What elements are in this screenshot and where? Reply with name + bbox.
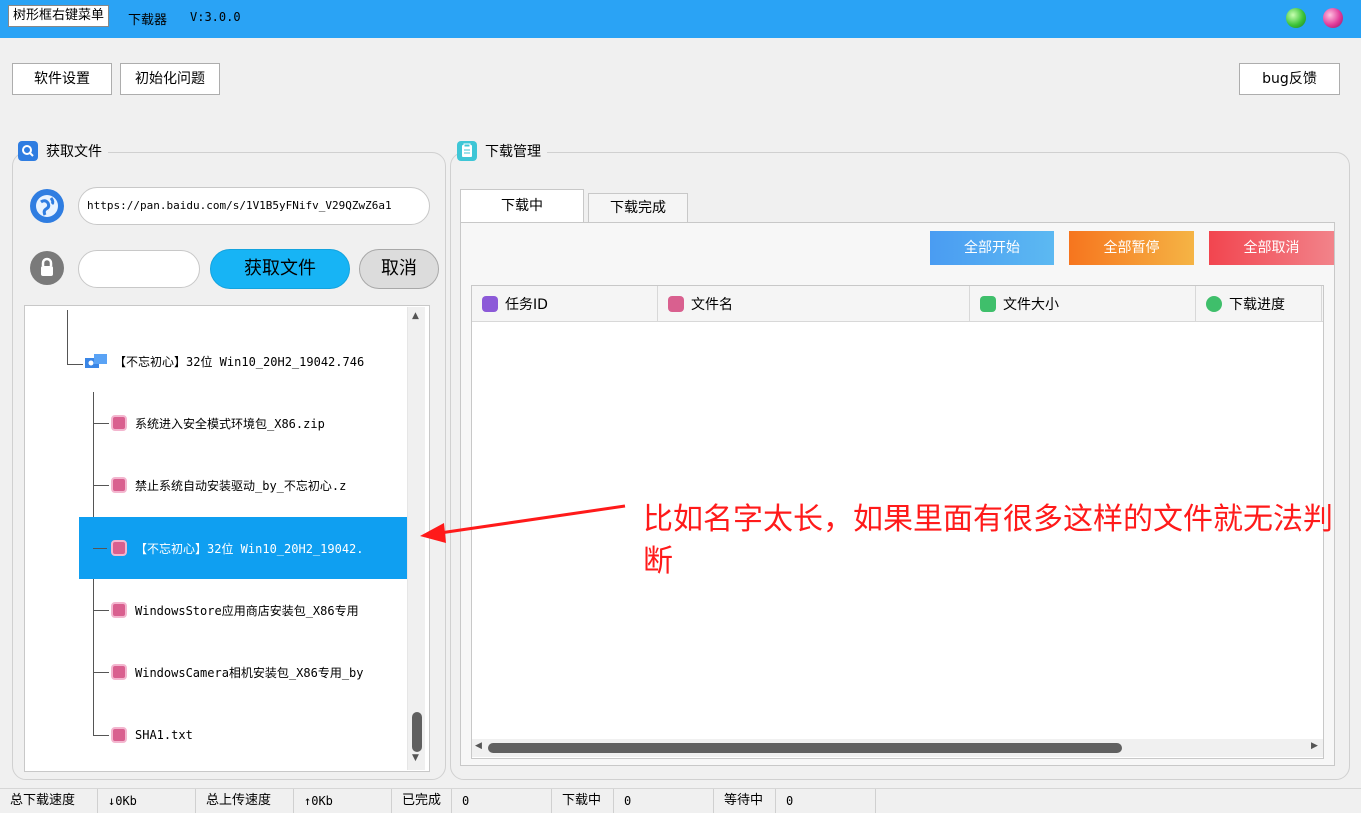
file-icon: [668, 296, 684, 312]
down-speed-label: 总下载速度: [0, 789, 98, 813]
column-file-name[interactable]: 文件名: [658, 286, 970, 322]
downloading-value: 0: [614, 789, 714, 813]
tree-node-label: 禁止系统自动安装驱动_by_不忘初心.z: [135, 478, 347, 493]
tree-node[interactable]: SHA1.txt: [111, 704, 193, 766]
done-label: 已完成: [392, 789, 452, 813]
up-speed-label: 总上传速度: [196, 789, 294, 813]
scroll-right-icon[interactable]: ▶: [1311, 741, 1318, 751]
scroll-left-icon[interactable]: ◀: [475, 741, 482, 751]
column-file-size[interactable]: 文件大小: [970, 286, 1196, 322]
folder-icon: [85, 353, 107, 369]
file-icon: [111, 602, 127, 618]
waiting-label: 等待中: [714, 789, 776, 813]
file-icon: [111, 477, 127, 493]
file-icon: [111, 415, 127, 431]
download-group-header: 下载管理: [457, 140, 547, 162]
table-horizontal-scrollbar[interactable]: ◀ ▶: [472, 739, 1323, 757]
tree-node-selected[interactable]: 【不忘初心】32位 Win10_20H2_19042.: [79, 517, 409, 579]
check-icon: [1206, 296, 1222, 312]
title-bar: 下载器 V:3.0.0: [0, 0, 1361, 38]
tree-node-label: 系统进入安全模式环境包_X86.zip: [135, 416, 325, 431]
down-speed-value: ↓0Kb: [98, 789, 196, 813]
download-group-title: 下载管理: [485, 144, 541, 160]
column-label: 下载进度: [1229, 297, 1285, 313]
tree-node[interactable]: WindowsStore应用商店安装包_X86专用: [111, 579, 359, 641]
tree-node[interactable]: 系统进入安全模式环境包_X86.zip: [111, 392, 325, 454]
size-icon: [980, 296, 996, 312]
scrollbar-thumb[interactable]: [412, 712, 422, 752]
lock-icon: [30, 251, 64, 285]
settings-button[interactable]: 软件设置: [12, 63, 112, 95]
file-icon: [111, 727, 127, 743]
column-label: 文件大小: [1003, 297, 1059, 313]
cancel-button[interactable]: 取消: [359, 249, 439, 289]
annotation-text: 比如名字太长，如果里面有很多这样的文件就无法判断: [643, 502, 1333, 579]
minimize-button[interactable]: [1286, 8, 1306, 28]
column-task-id[interactable]: 任务ID: [472, 286, 658, 322]
scrollbar-thumb[interactable]: [488, 743, 1122, 753]
tree-root-label: 【不忘初心】32位 Win10_20H2_19042.746: [114, 354, 365, 369]
clipboard-icon: [457, 141, 477, 161]
column-label: 任务ID: [505, 297, 548, 313]
cancel-all-button[interactable]: 全部取消: [1209, 231, 1334, 265]
file-icon: [111, 664, 127, 680]
edit-icon: [482, 296, 498, 312]
table-header: 任务ID 文件名 文件大小 下载进度: [472, 286, 1323, 322]
file-tree[interactable]: 【不忘初心】32位 Win10_20H2_19042.746 系统进入安全模式环…: [24, 305, 430, 772]
init-button[interactable]: 初始化问题: [120, 63, 220, 95]
window-title: 下载器: [128, 13, 168, 28]
tree-node[interactable]: WindowsCamera相机安装包_X86专用_by: [111, 641, 364, 703]
search-icon: [18, 141, 38, 161]
tree-vertical-scrollbar[interactable]: ▲ ▼: [407, 307, 425, 770]
tab-downloading[interactable]: 下载中: [460, 189, 584, 222]
status-bar: 总下载速度 ↓0Kb 总上传速度 ↑0Kb 已完成 0 下载中 0 等待中 0: [0, 788, 1361, 813]
done-value: 0: [452, 789, 552, 813]
tab-completed[interactable]: 下载完成: [588, 193, 688, 222]
version-label: V:3.0.0: [190, 10, 241, 24]
file-icon: [111, 540, 127, 556]
tree-node-label: WindowsStore应用商店安装包_X86专用: [135, 603, 359, 618]
share-url-input[interactable]: https://pan.baidu.com/s/1V1B5yFNifv_V29Q…: [78, 187, 430, 225]
fetch-group-header: 获取文件: [18, 140, 108, 162]
globe-icon: [30, 189, 64, 223]
column-progress[interactable]: 下载进度: [1196, 286, 1322, 322]
column-label: 文件名: [691, 297, 733, 313]
tree-root-node[interactable]: 【不忘初心】32位 Win10_20H2_19042.746: [85, 330, 364, 392]
close-button[interactable]: [1323, 8, 1343, 28]
extract-code-input[interactable]: [78, 250, 200, 288]
tree-node[interactable]: 禁止系统自动安装驱动_by_不忘初心.z: [111, 454, 346, 516]
tree-node-label: WindowsCamera相机安装包_X86专用_by: [135, 665, 364, 680]
tree-node-label: 【不忘初心】32位 Win10_20H2_19042.: [135, 541, 364, 556]
scroll-up-icon[interactable]: ▲: [412, 311, 419, 321]
pause-all-button[interactable]: 全部暂停: [1069, 231, 1194, 265]
downloading-label: 下载中: [552, 789, 614, 813]
up-speed-value: ↑0Kb: [294, 789, 392, 813]
waiting-value: 0: [776, 789, 876, 813]
tooltip: 树形框右键菜单: [8, 5, 110, 27]
scroll-down-icon[interactable]: ▼: [412, 753, 419, 763]
fetch-files-button[interactable]: 获取文件: [210, 249, 350, 289]
fetch-group-title: 获取文件: [46, 144, 102, 160]
start-all-button[interactable]: 全部开始: [930, 231, 1054, 265]
tree-node-label: SHA1.txt: [135, 728, 193, 742]
bug-feedback-button[interactable]: bug反馈: [1239, 63, 1340, 95]
